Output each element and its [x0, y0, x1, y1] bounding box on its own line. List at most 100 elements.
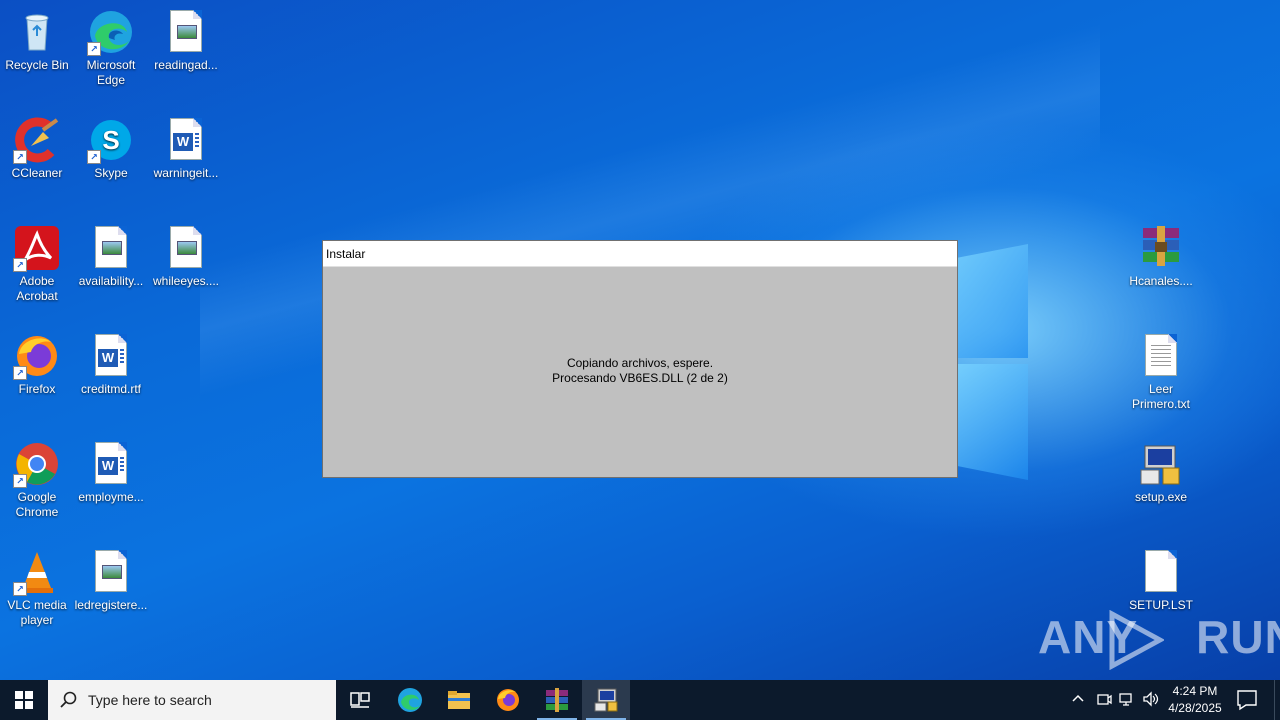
clock-date: 4/28/2025: [1168, 701, 1222, 715]
desktop-icon-label: Leer Primero.txt: [1131, 382, 1190, 411]
shortcut-arrow-icon: ↗: [13, 582, 27, 596]
wallpaper-logo-pane: [958, 364, 1028, 480]
chevron-up-icon[interactable]: [1071, 691, 1085, 708]
watermark-play-icon: [1109, 610, 1164, 670]
wallpaper-logo-pane: [958, 244, 1028, 358]
show-desktop-button[interactable]: [1274, 680, 1280, 720]
winrar-archive-icon: [1137, 224, 1185, 272]
desktop-icon-readingad[interactable]: readingad...: [149, 8, 223, 73]
desktop-icon-label: availability...: [78, 274, 144, 288]
dialog-title: Instalar: [326, 247, 366, 261]
dialog-message: Copiando archivos, espere. Procesando VB…: [323, 356, 957, 386]
desktop-icon-label: warningeit...: [153, 166, 219, 180]
desktop-icon-label: ledregistere...: [74, 598, 148, 612]
desktop-icon-microsoft-edge[interactable]: ↗ Microsoft Edge: [74, 8, 148, 88]
desktop-icon-label: Hcanales....: [1129, 274, 1193, 288]
blank-file-icon: [1137, 548, 1185, 596]
start-button[interactable]: [0, 680, 48, 720]
taskbar-edge-button[interactable]: [386, 680, 434, 720]
desktop-icon-label: creditmd.rtf: [80, 382, 141, 396]
desktop-icon-firefox[interactable]: ↗ Firefox: [0, 332, 74, 397]
shortcut-arrow-icon: ↗: [87, 150, 101, 164]
desktop-icon-availability[interactable]: availability...: [74, 224, 148, 289]
task-view-icon: [350, 692, 370, 708]
desktop-icon-adobe-acrobat[interactable]: ↗ Adobe Acrobat: [0, 224, 74, 304]
vlc-icon: ↗: [13, 548, 61, 596]
svg-text:S: S: [102, 125, 119, 155]
skype-icon: S ↗: [87, 116, 135, 164]
desktop-icon-google-chrome[interactable]: ↗ Google Chrome: [0, 440, 74, 520]
desktop-icon-label: Recycle Bin: [5, 58, 69, 72]
desktop-icon-label: Google Chrome: [15, 490, 59, 519]
firefox-icon: ↗: [13, 332, 61, 380]
taskbar-search-box[interactable]: Type here to search: [48, 680, 336, 720]
image-file-icon: [87, 548, 135, 596]
desktop-icon-label: setup.exe: [1134, 490, 1188, 504]
text-file-icon: [1137, 332, 1185, 380]
network-icon[interactable]: [1119, 691, 1135, 710]
desktop-icon-hcanales[interactable]: Hcanales....: [1124, 224, 1198, 289]
image-file-icon: [162, 224, 210, 272]
shortcut-arrow-icon: ↗: [13, 150, 27, 164]
desktop-icon-setup-exe[interactable]: setup.exe: [1124, 440, 1198, 505]
setup-exe-icon: [1137, 440, 1185, 488]
shortcut-arrow-icon: ↗: [13, 366, 27, 380]
watermark-text-right: RUN: [1196, 611, 1280, 663]
ccleaner-icon: ↗: [13, 116, 61, 164]
dialog-titlebar[interactable]: Instalar: [323, 241, 957, 267]
desktop-icon-vlc[interactable]: ↗ VLC media player: [0, 548, 74, 628]
word-doc-icon: W: [162, 116, 210, 164]
image-file-icon: [162, 8, 210, 56]
clock-time: 4:24 PM: [1172, 684, 1218, 698]
task-view-button[interactable]: [336, 680, 384, 720]
desktop-icon-label: employme...: [78, 490, 144, 504]
winrar-icon: [546, 688, 568, 712]
shortcut-arrow-icon: ↗: [13, 474, 27, 488]
desktop-icon-ccleaner[interactable]: ↗ CCleaner: [0, 116, 74, 181]
taskbar-clock[interactable]: 4:24 PM 4/28/2025: [1164, 683, 1226, 717]
setup-installer-icon: [594, 688, 618, 712]
taskbar-firefox-button[interactable]: [484, 680, 532, 720]
desktop-icon-label: whileeyes....: [152, 274, 220, 288]
desktop-icon-label: readingad...: [154, 58, 218, 72]
edge-icon: [398, 688, 422, 712]
volume-icon[interactable]: [1142, 691, 1160, 710]
taskbar-setup-installer-button[interactable]: [582, 680, 630, 720]
edge-icon: ↗: [87, 8, 135, 56]
firefox-icon: [497, 689, 519, 711]
notification-center-icon[interactable]: [1234, 688, 1260, 712]
file-explorer-icon: [448, 691, 470, 709]
desktop-icon-skype[interactable]: S ↗ Skype: [74, 116, 148, 181]
image-file-icon: [87, 224, 135, 272]
recycle-bin-icon: [13, 8, 61, 56]
desktop-icon-employme[interactable]: W employme...: [74, 440, 148, 505]
desktop-icon-ledregistere[interactable]: ledregistere...: [74, 548, 148, 613]
desktop-icon-label: VLC media player: [7, 598, 67, 627]
desktop-icon-label: CCleaner: [11, 166, 63, 180]
desktop-icon-label: Adobe Acrobat: [16, 274, 58, 303]
install-dialog[interactable]: Instalar Copiando archivos, espere. Proc…: [322, 240, 958, 478]
chrome-icon: ↗: [13, 440, 61, 488]
desktop-icon-label: Microsoft Edge: [86, 58, 136, 87]
desktop-icon-creditmd[interactable]: W creditmd.rtf: [74, 332, 148, 397]
desktop-icon-whileeyes[interactable]: whileeyes....: [149, 224, 223, 289]
taskbar-winrar-button[interactable]: [533, 680, 581, 720]
meet-now-icon[interactable]: [1096, 691, 1112, 710]
desktop-icon-setup-lst[interactable]: SETUP.LST: [1124, 548, 1198, 613]
search-icon: [60, 691, 77, 708]
taskbar-file-explorer-button[interactable]: [435, 680, 483, 720]
acrobat-icon: ↗: [13, 224, 61, 272]
desktop-icon-label: Firefox: [18, 382, 56, 396]
search-placeholder: Type here to search: [88, 692, 212, 708]
dialog-message-line1: Copiando archivos, espere.: [566, 356, 714, 370]
shortcut-arrow-icon: ↗: [13, 258, 27, 272]
taskbar: Type here to search 4:24 PM 4/28/2025: [0, 680, 1280, 720]
desktop-icon-warningeit[interactable]: W warningeit...: [149, 116, 223, 181]
dialog-message-line2: Procesando VB6ES.DLL (2 de 2): [552, 371, 728, 385]
shortcut-arrow-icon: ↗: [87, 42, 101, 56]
word-doc-icon: W: [87, 440, 135, 488]
word-doc-icon: W: [87, 332, 135, 380]
desktop-icon-leer-primero[interactable]: Leer Primero.txt: [1124, 332, 1198, 412]
desktop-icon-recycle-bin[interactable]: Recycle Bin: [0, 8, 74, 73]
windows-start-icon: [15, 691, 33, 709]
